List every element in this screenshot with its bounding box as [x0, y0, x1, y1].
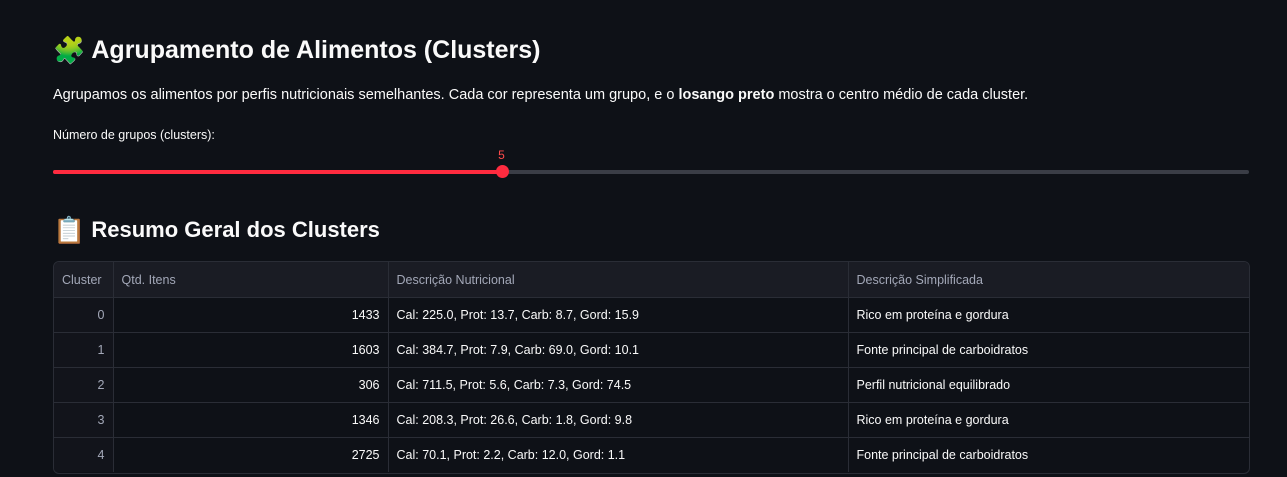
- app-main: 🧩 Agrupamento de Alimentos (Clusters) Ag…: [0, 0, 1287, 477]
- summary-table[interactable]: Cluster Qtd. Itens Descrição Nutricional…: [53, 261, 1250, 474]
- summary-title: 📋 Resumo Geral dos Clusters: [53, 214, 380, 246]
- slider-thumb[interactable]: [495, 165, 509, 178]
- page-title: 🧩 Agrupamento de Alimentos (Clusters): [53, 32, 541, 68]
- cell-descricao-simplificada[interactable]: Rico em proteína e gordura: [848, 402, 1249, 438]
- cell-cluster[interactable]: 2: [54, 367, 114, 403]
- cell-descricao-simplificada[interactable]: Rico em proteína e gordura: [848, 297, 1249, 333]
- intro-paragraph: Agrupamos os alimentos por perfis nutric…: [53, 87, 1028, 103]
- cell-descricao-simplificada[interactable]: Fonte principal de carboidratos: [848, 332, 1249, 368]
- cell-descricao-simplificada[interactable]: Fonte principal de carboidratos: [848, 438, 1249, 473]
- cell-descricao-nutricional[interactable]: Cal: 711.5, Prot: 5.6, Carb: 7.3, Gord: …: [388, 367, 849, 403]
- table-header-row: Cluster Qtd. Itens Descrição Nutricional…: [54, 262, 1249, 298]
- table-row[interactable]: 0 1433 Cal: 225.0, Prot: 13.7, Carb: 8.7…: [54, 297, 1249, 333]
- table-row[interactable]: 4 2725 Cal: 70.1, Prot: 2.2, Carb: 12.0,…: [54, 437, 1249, 473]
- cell-descricao-simplificada[interactable]: Perfil nutricional equilibrado: [848, 367, 1249, 403]
- puzzle-icon: 🧩: [53, 35, 86, 65]
- cell-cluster[interactable]: 4: [54, 437, 114, 472]
- page-title-text: Agrupamento de Alimentos (Clusters): [91, 35, 541, 64]
- cell-qtd-itens[interactable]: 306: [113, 367, 389, 403]
- cell-cluster[interactable]: 1: [54, 332, 114, 368]
- slider-fill: [53, 170, 502, 174]
- cell-qtd-itens[interactable]: 1603: [113, 332, 389, 368]
- intro-text-bold: losango preto: [678, 87, 775, 103]
- slider-value: 5: [498, 148, 505, 162]
- cell-qtd-itens[interactable]: 1346: [113, 402, 389, 438]
- column-header-descricao-nutricional[interactable]: Descrição Nutricional: [388, 262, 849, 298]
- cell-descricao-nutricional[interactable]: Cal: 208.3, Prot: 26.6, Carb: 1.8, Gord:…: [388, 402, 849, 438]
- clusters-slider[interactable]: 5: [53, 146, 1249, 182]
- cell-descricao-nutricional[interactable]: Cal: 70.1, Prot: 2.2, Carb: 12.0, Gord: …: [388, 437, 849, 472]
- column-header-descricao-simplificada[interactable]: Descrição Simplificada: [848, 262, 1249, 298]
- summary-title-text: Resumo Geral dos Clusters: [91, 217, 380, 242]
- intro-text-after: mostra o centro médio de cada cluster.: [774, 87, 1029, 103]
- clipboard-icon: 📋: [53, 215, 86, 245]
- column-header-cluster[interactable]: Cluster: [54, 262, 114, 298]
- cell-qtd-itens[interactable]: 1433: [113, 297, 389, 333]
- table-row[interactable]: 2 306 Cal: 711.5, Prot: 5.6, Carb: 7.3, …: [54, 367, 1249, 403]
- cell-descricao-nutricional[interactable]: Cal: 384.7, Prot: 7.9, Carb: 69.0, Gord:…: [388, 332, 849, 368]
- table-row[interactable]: 1 1603 Cal: 384.7, Prot: 7.9, Carb: 69.0…: [54, 332, 1249, 368]
- cell-cluster[interactable]: 3: [54, 402, 114, 438]
- cell-descricao-nutricional[interactable]: Cal: 225.0, Prot: 13.7, Carb: 8.7, Gord:…: [388, 297, 849, 333]
- cell-cluster[interactable]: 0: [54, 297, 114, 333]
- intro-text-before: Agrupamos os alimentos por perfis nutric…: [53, 87, 679, 103]
- table-row[interactable]: 3 1346 Cal: 208.3, Prot: 26.6, Carb: 1.8…: [54, 402, 1249, 438]
- column-header-qtd-itens[interactable]: Qtd. Itens: [113, 262, 389, 298]
- slider-label: Número de grupos (clusters):: [53, 128, 215, 142]
- cell-qtd-itens[interactable]: 2725: [113, 437, 389, 472]
